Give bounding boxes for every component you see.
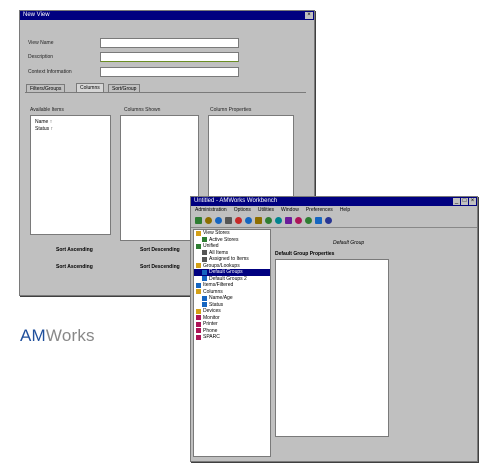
properties-panel[interactable] [275,259,389,437]
form-label-context: Context Information [28,69,72,75]
context-field[interactable] [100,67,239,77]
cut-icon[interactable] [235,217,242,224]
group-icon [202,276,207,282]
paste-icon[interactable] [255,217,262,224]
form-label-view-name: View Name [28,40,54,46]
workbench-title: Untitled - AMWorks Workbench [194,198,278,204]
menu-preferences[interactable]: Preferences [306,206,333,214]
menu-options[interactable]: Options [234,206,251,214]
undo-icon[interactable] [265,217,272,224]
tree-item-label: SPARC [203,334,220,340]
group-icon [202,269,207,275]
folder-icon [196,230,201,236]
toolbar [191,214,477,228]
menu-help[interactable]: Help [340,206,350,214]
menu-administration[interactable]: Administration [195,206,227,214]
available-items-list[interactable]: Name ↑ Status ↑ [30,115,111,235]
form-label-description: Description [28,54,54,60]
open-icon[interactable] [205,217,212,224]
tab-columns[interactable]: Columns [76,83,104,92]
close-icon[interactable]: × [469,198,476,205]
sort-ascending-label: Sort Ascending [56,247,93,253]
description-field[interactable] [100,52,239,62]
help-icon[interactable] [325,217,332,224]
content-area: Default Group Default Group Properties [271,229,469,455]
group-icon [202,295,207,301]
content-subtitle: Default Group Properties [275,251,335,257]
minimize-icon[interactable]: _ [453,198,460,205]
device-icon [196,315,201,321]
filter-icon[interactable] [295,217,302,224]
panel-header-available: Available Items [30,107,64,113]
print-icon[interactable] [225,217,232,224]
view-editor-titlebar: New View × [20,11,314,20]
sort-descending-label: Sort Descending [140,247,180,253]
device-icon [196,328,201,334]
workbench-titlebar: Untitled - AMWorks Workbench _ □ × [191,197,477,206]
group-icon [196,282,201,288]
workbench-window: Untitled - AMWorks Workbench _ □ × Admin… [190,196,478,462]
logo-suffix: Works [45,326,95,345]
new-icon[interactable] [195,217,202,224]
columns-shown-list[interactable] [120,115,199,241]
store-icon [202,237,207,243]
tree-item[interactable]: SPARC [194,334,270,341]
folder-icon [196,289,201,295]
sort-descending-label-2: Sort Descending [140,264,180,270]
content-title: Default Group [333,240,365,246]
list-icon [202,250,207,256]
sort-ascending-label-2: Sort Ascending [56,264,93,270]
maximize-icon[interactable]: □ [461,198,468,205]
store-icon [196,243,201,249]
view-name-field[interactable] [100,38,239,48]
menu-utilities[interactable]: Utilities [258,206,274,214]
amworks-logo: AMWorks [20,326,95,346]
menu-window[interactable]: Window [281,206,299,214]
group-icon [202,302,207,308]
save-icon[interactable] [215,217,222,224]
logo-prefix: AM [20,326,46,345]
folder-icon [196,308,201,314]
chart-icon[interactable] [305,217,312,224]
close-icon[interactable]: × [305,12,313,19]
panel-header-columns: Columns Shown [124,107,161,113]
list-item[interactable]: Name ↑ [31,116,110,125]
tab-divider [25,92,306,93]
list-icon [202,256,207,262]
find-icon[interactable] [285,217,292,224]
navigation-tree[interactable]: View Stores Active Stores Unified All Items… [193,229,271,457]
copy-icon[interactable] [245,217,252,224]
window-controls: _ □ × [453,198,476,205]
view-editor-title: New View [23,12,50,18]
menu-bar: Administration Options Utilities Window … [191,206,477,214]
device-icon [196,321,201,327]
device-icon [196,334,201,340]
panel-header-properties: Column Properties [210,107,252,113]
refresh-icon[interactable] [275,217,282,224]
folder-icon [196,263,201,269]
list-item[interactable]: Status ↑ [31,125,110,132]
grid-icon[interactable] [315,217,322,224]
